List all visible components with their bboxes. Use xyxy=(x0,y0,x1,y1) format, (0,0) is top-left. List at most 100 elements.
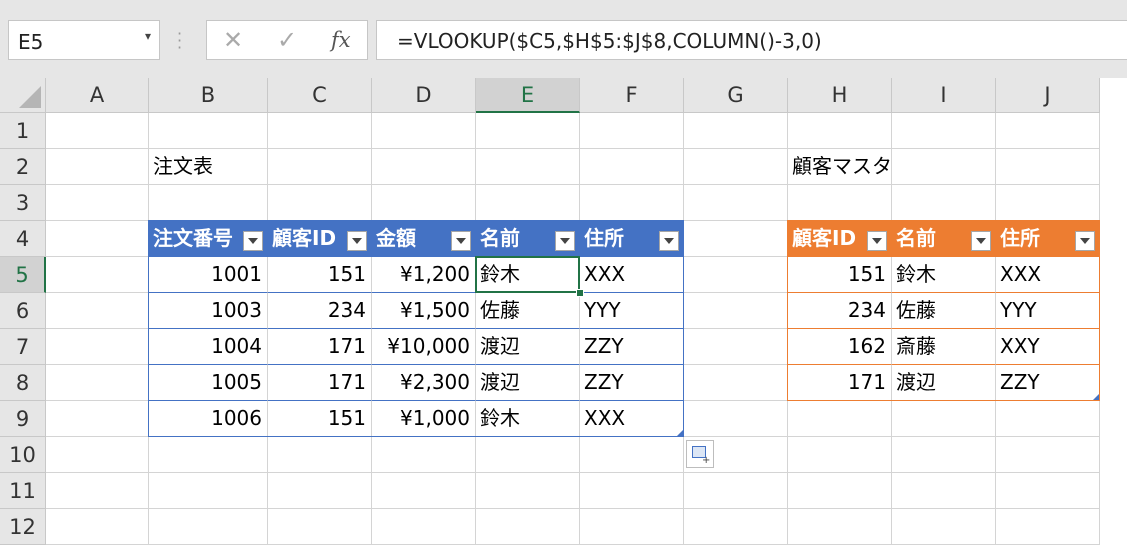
cell-f7[interactable]: ZZY xyxy=(580,329,684,365)
row-header-1[interactable]: 1 xyxy=(0,113,46,149)
cell-c11[interactable] xyxy=(268,473,372,509)
cell-b5[interactable]: 1001 xyxy=(149,257,268,293)
cell-h12[interactable] xyxy=(788,509,892,545)
cell-e12[interactable] xyxy=(476,509,580,545)
cell-d1[interactable] xyxy=(372,113,476,149)
cell-c5[interactable]: 151 xyxy=(268,257,372,293)
column-header-h[interactable]: H xyxy=(788,78,892,113)
cancel-icon[interactable]: ✕ xyxy=(223,26,243,54)
cell-c2[interactable] xyxy=(268,149,372,185)
cell-f4[interactable]: 住所 xyxy=(580,221,684,257)
cell-c9[interactable]: 151 xyxy=(268,401,372,437)
cell-f3[interactable] xyxy=(580,185,684,221)
cell-j11[interactable] xyxy=(996,473,1100,509)
row-header-3[interactable]: 3 xyxy=(0,185,46,221)
cell-e10[interactable] xyxy=(476,437,580,473)
cell-j3[interactable] xyxy=(996,185,1100,221)
order-table-resize-handle[interactable] xyxy=(677,430,683,436)
fill-handle[interactable] xyxy=(576,289,584,297)
column-header-d[interactable]: D xyxy=(372,78,476,113)
cell-e11[interactable] xyxy=(476,473,580,509)
cell-j5[interactable]: XXX xyxy=(996,257,1100,293)
cell-f8[interactable]: ZZY xyxy=(580,365,684,401)
cell-g11[interactable] xyxy=(684,473,788,509)
cell-a1[interactable] xyxy=(46,113,149,149)
cell-f12[interactable] xyxy=(580,509,684,545)
cell-a4[interactable] xyxy=(46,221,149,257)
cell-g12[interactable] xyxy=(684,509,788,545)
cell-i6[interactable]: 佐藤 xyxy=(892,293,996,329)
cell-b3[interactable] xyxy=(149,185,268,221)
filter-dropdown-e[interactable] xyxy=(555,231,575,251)
row-header-2[interactable]: 2 xyxy=(0,149,46,185)
cell-e4[interactable]: 名前 xyxy=(476,221,580,257)
insert-function-icon[interactable]: fx xyxy=(331,28,351,52)
row-header-8[interactable]: 8 xyxy=(0,365,46,401)
cell-c10[interactable] xyxy=(268,437,372,473)
cell-h2[interactable]: 顧客マスタ xyxy=(788,149,892,185)
cell-d7[interactable]: ¥10,000 xyxy=(372,329,476,365)
cell-j7[interactable]: XXY xyxy=(996,329,1100,365)
cell-i3[interactable] xyxy=(892,185,996,221)
cell-e6[interactable]: 佐藤 xyxy=(476,293,580,329)
cell-b8[interactable]: 1005 xyxy=(149,365,268,401)
cell-b10[interactable] xyxy=(149,437,268,473)
cell-c1[interactable] xyxy=(268,113,372,149)
cell-d3[interactable] xyxy=(372,185,476,221)
cell-e7[interactable]: 渡辺 xyxy=(476,329,580,365)
cell-a7[interactable] xyxy=(46,329,149,365)
row-header-7[interactable]: 7 xyxy=(0,329,46,365)
spreadsheet-grid[interactable]: A B C D E F G H I J 1 2 注文表 顧客マスタ 3 4 注文番号 顧客ID 金額 名前 住所 顧客ID… xyxy=(0,78,1127,552)
cell-i7[interactable]: 斎藤 xyxy=(892,329,996,365)
cell-f6[interactable]: YYY xyxy=(580,293,684,329)
cell-b2[interactable]: 注文表 xyxy=(149,149,268,185)
cell-i11[interactable] xyxy=(892,473,996,509)
drag-handle-icon[interactable]: · · · xyxy=(177,26,182,56)
customer-master-resize-handle[interactable] xyxy=(1093,394,1099,400)
cell-d11[interactable] xyxy=(372,473,476,509)
chevron-down-icon[interactable]: ▾ xyxy=(145,29,151,43)
column-header-g[interactable]: G xyxy=(684,78,788,113)
cell-b12[interactable] xyxy=(149,509,268,545)
column-header-i[interactable]: I xyxy=(892,78,996,113)
formula-input[interactable]: =VLOOKUP($C5,$H$5:$J$8,COLUMN()-3,0) xyxy=(376,20,1127,60)
cell-a12[interactable] xyxy=(46,509,149,545)
cell-i8[interactable]: 渡辺 xyxy=(892,365,996,401)
quick-analysis-icon[interactable]: + xyxy=(686,440,714,468)
cell-i2[interactable] xyxy=(892,149,996,185)
cell-h3[interactable] xyxy=(788,185,892,221)
cell-i9[interactable] xyxy=(892,401,996,437)
cell-j4[interactable]: 住所 xyxy=(996,221,1100,257)
cell-e5[interactable]: 鈴木 xyxy=(476,257,580,293)
cell-a5[interactable] xyxy=(46,257,149,293)
row-header-12[interactable]: 12 xyxy=(0,509,46,545)
cell-b9[interactable]: 1006 xyxy=(149,401,268,437)
cell-b6[interactable]: 1003 xyxy=(149,293,268,329)
column-header-j[interactable]: J xyxy=(996,78,1100,113)
cell-i5[interactable]: 鈴木 xyxy=(892,257,996,293)
filter-dropdown-b[interactable] xyxy=(243,231,263,251)
cell-g5[interactable] xyxy=(684,257,788,293)
cell-j12[interactable] xyxy=(996,509,1100,545)
cell-b1[interactable] xyxy=(149,113,268,149)
cell-g3[interactable] xyxy=(684,185,788,221)
column-header-b[interactable]: B xyxy=(149,78,268,113)
cell-e8[interactable]: 渡辺 xyxy=(476,365,580,401)
cell-g1[interactable] xyxy=(684,113,788,149)
row-header-6[interactable]: 6 xyxy=(0,293,46,329)
filter-dropdown-h[interactable] xyxy=(867,231,887,251)
cell-d12[interactable] xyxy=(372,509,476,545)
cell-j9[interactable] xyxy=(996,401,1100,437)
cell-c4[interactable]: 顧客ID xyxy=(268,221,372,257)
row-header-10[interactable]: 10 xyxy=(0,437,46,473)
filter-dropdown-i[interactable] xyxy=(971,231,991,251)
filter-dropdown-c[interactable] xyxy=(347,231,367,251)
cell-d8[interactable]: ¥2,300 xyxy=(372,365,476,401)
cell-b4[interactable]: 注文番号 xyxy=(149,221,268,257)
cell-j6[interactable]: YYY xyxy=(996,293,1100,329)
cell-c8[interactable]: 171 xyxy=(268,365,372,401)
cell-e1[interactable] xyxy=(476,113,580,149)
cell-c7[interactable]: 171 xyxy=(268,329,372,365)
cell-a11[interactable] xyxy=(46,473,149,509)
cell-f1[interactable] xyxy=(580,113,684,149)
